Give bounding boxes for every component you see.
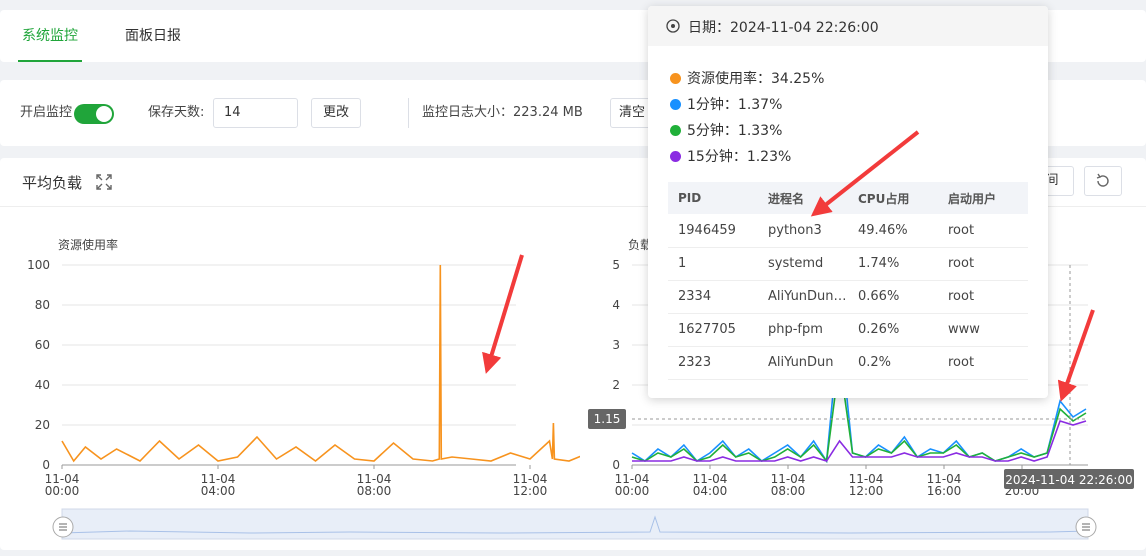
cell: 1946459 [668, 214, 758, 248]
cell: 1.74% [848, 247, 938, 281]
zoom-slider[interactable] [50, 505, 1110, 545]
cell: 0.26% [848, 313, 938, 347]
cell: 0.2% [848, 346, 938, 380]
tooltip-item-resource: 资源使用率：34.25% [670, 68, 824, 88]
y-tick-label: 40 [35, 378, 50, 392]
tooltip-header: 日期：2024-11-04 22:26:00 [648, 6, 1048, 46]
series-dot [670, 73, 681, 84]
panel-title: 平均负载 [22, 174, 83, 192]
table-row: 2323 AliYunDun 0.2% root [668, 346, 1028, 380]
cell: 49.46% [848, 214, 938, 248]
cell: php-fpm [758, 313, 848, 347]
y-tick-label: 4 [612, 298, 620, 312]
cell: AliYunDun… [758, 280, 848, 314]
tooltip-item-load15: 15分钟：1.23% [670, 146, 791, 166]
cell: 1627705 [668, 313, 758, 347]
x-tick-label: 12:00 [513, 484, 548, 498]
zoom-handle-left[interactable] [52, 516, 74, 538]
x-tick-label: 08:00 [771, 484, 806, 498]
chart-tooltip: 日期：2024-11-04 22:26:00 资源使用率：34.25% 1分钟：… [648, 6, 1048, 398]
zoom-track [61, 508, 1089, 540]
x-tick-label: 04:00 [693, 484, 728, 498]
x-tick-label: 04:00 [201, 484, 236, 498]
hover-time-label: 2024-11-04 22:26:00 [1005, 473, 1132, 487]
cell: python3 [758, 214, 848, 248]
change-button[interactable]: 更改 [311, 98, 361, 128]
table-row: 2334 AliYunDun… 0.66% root [668, 280, 1028, 314]
x-tick-label: 08:00 [357, 484, 392, 498]
cell: root [938, 280, 1028, 314]
x-tick-label: 12:00 [849, 484, 884, 498]
expand-icon[interactable] [96, 174, 112, 190]
series-dot [670, 151, 681, 162]
table-row: 1946459 python3 49.46% root [668, 214, 1028, 248]
table-header-row: PID 进程名 CPU占用 启动用户 [668, 182, 1028, 214]
y-tick-label: 3 [612, 338, 620, 352]
cell: 0.66% [848, 280, 938, 314]
y-tick-label: 0 [612, 458, 620, 472]
table-row: 1627705 php-fpm 0.26% www [668, 313, 1028, 347]
hover-value-label: 1.15 [594, 412, 621, 426]
series-dot [670, 125, 681, 136]
x-tick-label: 16:00 [927, 484, 962, 498]
column-header: PID [668, 182, 758, 214]
cell: root [938, 247, 1028, 281]
table-row: 1 systemd 1.74% root [668, 247, 1028, 281]
divider [408, 98, 409, 128]
x-tick-label: 00:00 [45, 484, 80, 498]
refresh-button[interactable] [1084, 166, 1122, 196]
save-days-input[interactable]: 14 [213, 98, 298, 128]
y-tick-label: 2 [612, 378, 620, 392]
tooltip-item-load5: 5分钟：1.33% [670, 120, 782, 140]
x-tick-label: 00:00 [615, 484, 650, 498]
tab-system-monitor[interactable]: 系统监控 [0, 10, 100, 62]
y-tick-label: 20 [35, 418, 50, 432]
y-tick-label: 0 [42, 458, 50, 472]
monitor-toggle[interactable] [74, 104, 114, 124]
y-tick-label: 100 [27, 258, 50, 272]
cell: systemd [758, 247, 848, 281]
cell: www [938, 313, 1028, 347]
cell: 2323 [668, 346, 758, 380]
series-dot [670, 99, 681, 110]
column-header: 进程名 [758, 182, 848, 214]
cell: 2334 [668, 280, 758, 314]
column-header: 启动用户 [938, 182, 1028, 214]
cell: root [938, 214, 1028, 248]
cell: AliYunDun [758, 346, 848, 380]
log-size-label: 监控日志大小：223.24 MB [422, 105, 583, 120]
resource-usage-chart[interactable]: 02040608010011-0400:0011-0404:0011-0408:… [0, 250, 580, 500]
tooltip-item-load1: 1分钟：1.37% [670, 94, 782, 114]
monitor-label: 开启监控 [20, 105, 73, 120]
cell: root [938, 346, 1028, 380]
tooltip-date: 日期：2024-11-04 22:26:00 [688, 20, 879, 36]
zoom-handle-right[interactable] [1075, 516, 1097, 538]
process-table: PID 进程名 CPU占用 启动用户 1946459 python3 49.46% r… [668, 182, 1028, 380]
tab-panel-daily[interactable]: 面板日报 [108, 10, 198, 62]
resource-usage-line [61, 264, 580, 463]
y-tick-label: 60 [35, 338, 50, 352]
refresh-icon [1096, 173, 1109, 187]
y-tick-label: 5 [612, 258, 620, 272]
cell: 1 [668, 247, 758, 281]
y-tick-label: 80 [35, 298, 50, 312]
clock-icon [666, 19, 680, 33]
column-header: CPU占用 [848, 182, 938, 214]
save-days-label: 保存天数: [148, 105, 205, 120]
